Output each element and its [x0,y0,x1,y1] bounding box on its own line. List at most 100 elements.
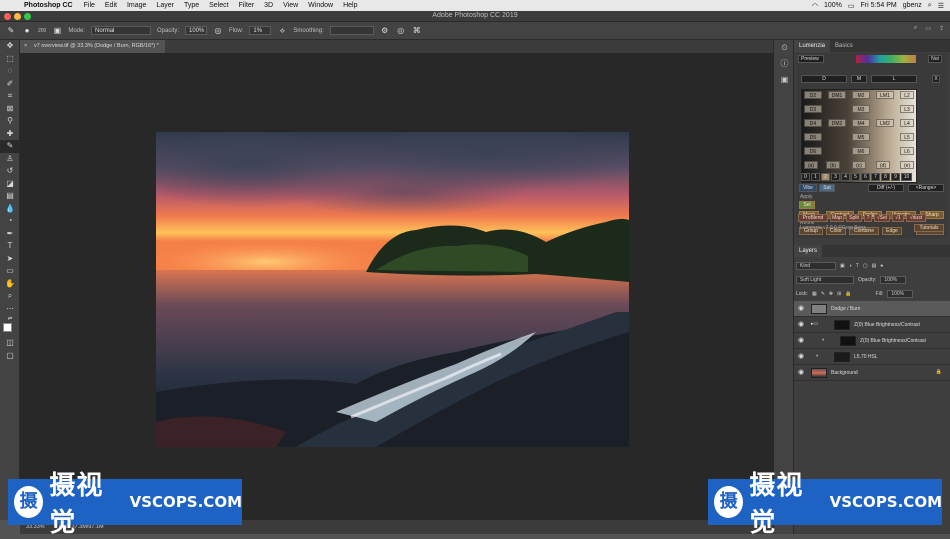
brush-tool-icon[interactable]: ✎ [0,140,20,153]
zone-number-7[interactable]: 7 [871,173,880,181]
zone-number-8[interactable]: 8 [881,173,890,181]
check-1-button[interactable]: √1 [892,214,904,222]
app-name-menu[interactable]: Photoshop CC [18,2,79,9]
zone-number-0[interactable]: 0 [801,173,810,181]
blur-tool-icon[interactable]: 💧 [0,203,20,216]
filter-shape-icon[interactable]: ▢ [863,263,868,269]
move-tool-icon[interactable]: ✥ [0,40,20,53]
diff-button[interactable]: Diff (+/-) [868,184,904,192]
map-button[interactable]: Map [830,214,844,222]
tab-basics[interactable]: Basics [830,40,858,52]
menu-type[interactable]: Type [179,2,204,9]
menu-edit[interactable]: Edit [100,2,122,9]
zone-d-button[interactable]: D [801,75,847,83]
user-label[interactable]: gbenz [903,2,922,9]
visibility-eye-icon[interactable]: ◉ [798,337,806,345]
gradient-tool-icon[interactable]: ▤ [0,190,20,203]
preview-select[interactable]: Preview [798,55,824,63]
brush-tool-icon[interactable]: ✎ [6,26,16,36]
sel-button[interactable]: Sel [799,201,815,209]
brush-settings-icon[interactable]: ▣ [52,26,62,36]
quick-mask-icon[interactable]: ◫ [0,337,20,350]
eraser-tool-icon[interactable]: ◪ [0,178,20,191]
type-tool-icon[interactable]: T [0,240,20,253]
battery-icon[interactable]: ▭ [848,2,855,10]
foreground-color-swatch[interactable] [3,323,12,332]
tab-layers[interactable]: Layers [794,245,823,257]
workspace-icon[interactable]: ▭ [925,25,931,32]
screen-mode-icon[interactable]: ▢ [0,350,20,363]
lock-transparent-icon[interactable]: ▦ [812,291,817,297]
check-sel-button[interactable]: √Sel [874,214,890,222]
check-dust-button[interactable]: √dust [906,214,926,222]
menu-layer[interactable]: Layer [151,2,179,9]
zone-l6[interactable]: L6 [900,147,914,155]
range-button[interactable]: <Range> [908,184,944,192]
lock-all-icon[interactable]: 🔒 [845,291,851,297]
eyedropper-tool-icon[interactable]: ⚲ [0,115,20,128]
layer-row[interactable]: ◉ ◐ L5.70 HSL [794,349,950,365]
problend-button[interactable]: ProBlend [798,214,828,222]
menu-window[interactable]: Window [303,2,338,9]
opacity-field[interactable]: 100% [185,26,208,35]
adjustment-icon[interactable]: ◐ [816,353,819,359]
layer-opacity-field[interactable]: 100% [880,276,907,284]
menu-filter[interactable]: Filter [234,2,260,9]
edge-button[interactable]: Edge [882,227,902,235]
zone-l2[interactable]: L2 [900,91,914,99]
zone-dm2[interactable]: DM2 [828,119,846,127]
zone-b[interactable]: (b) [826,161,840,169]
zone-number-3[interactable]: 3 [831,173,840,181]
crop-tool-icon[interactable]: ⌗ [0,90,20,103]
brush-preset-picker[interactable]: ● [22,26,32,36]
zone-d6[interactable]: D6 [804,147,822,155]
swap-colors-icon[interactable]: ⇄ [0,315,20,323]
pen-tool-icon[interactable]: ✒ [0,228,20,241]
menu-image[interactable]: Image [122,2,151,9]
layer-row[interactable]: ◉ ◐ Z(0) Blue Brightness/Contrast [794,333,950,349]
close-tab-icon[interactable]: × [24,40,27,53]
lasso-tool-icon[interactable]: ◌ [0,65,20,78]
search-icon[interactable]: ⌕ [928,2,932,10]
tab-lumenzia[interactable]: Lumenzia [794,40,831,52]
pressure-opacity-icon[interactable]: ◎ [213,26,223,36]
lock-artboard-icon[interactable]: ⊞ [837,291,841,297]
history-brush-tool-icon[interactable]: ↺ [0,165,20,178]
fill-field[interactable]: 100% [887,290,914,298]
preview-color-swatches[interactable] [856,55,916,63]
zone-d2[interactable]: D2 [804,91,822,99]
sat-button[interactable]: Sat [819,184,835,192]
flow-field[interactable]: 1% [249,26,272,35]
adjustments-icon[interactable]: ▣ [774,72,795,88]
menu-help[interactable]: Help [338,2,362,9]
visibility-eye-icon[interactable]: ◉ [798,321,806,329]
not-button[interactable]: Not [928,55,942,63]
zone-a[interactable]: (a) [804,161,818,169]
zone-l5[interactable]: L5 [900,133,914,141]
marquee-tool-icon[interactable]: ⬚ [0,53,20,66]
smoothing-settings-icon[interactable]: ⚙ [380,26,390,36]
zone-l3[interactable]: L3 [900,105,914,113]
zone-d[interactable]: (d) [876,161,890,169]
zone-number-10[interactable]: 10 [901,173,912,181]
group-folder-icon[interactable]: ▸▭ [811,321,818,327]
layer-row[interactable]: ◉ ▸▭ Z(0) Blue Brightness/Contrast [794,317,950,333]
filter-adjust-icon[interactable]: ◑ [849,263,852,269]
frame-tool-icon[interactable]: ⊠ [0,103,20,116]
document-image[interactable] [156,132,629,447]
zone-m-button[interactable]: M [851,75,867,83]
pressure-size-icon[interactable]: ◎ [396,26,406,36]
zone-dm1[interactable]: DM1 [828,91,846,99]
foreground-background-colors[interactable] [0,323,20,337]
filter-pixel-icon[interactable]: ▣ [840,263,845,269]
menu-view[interactable]: View [278,2,303,9]
zone-number-4[interactable]: 4 [841,173,850,181]
canvas-area[interactable] [20,53,773,520]
mode-select[interactable]: Normal [91,26,152,35]
menu-select[interactable]: Select [204,2,233,9]
layer-row[interactable]: ◉ Background 🔒 [794,365,950,381]
zone-number-5[interactable]: 5 [851,173,860,181]
blend-mode-select[interactable]: Soft Light [796,276,854,284]
hand-tool-icon[interactable]: ✋ [0,278,20,291]
x-button[interactable]: X [932,75,940,83]
